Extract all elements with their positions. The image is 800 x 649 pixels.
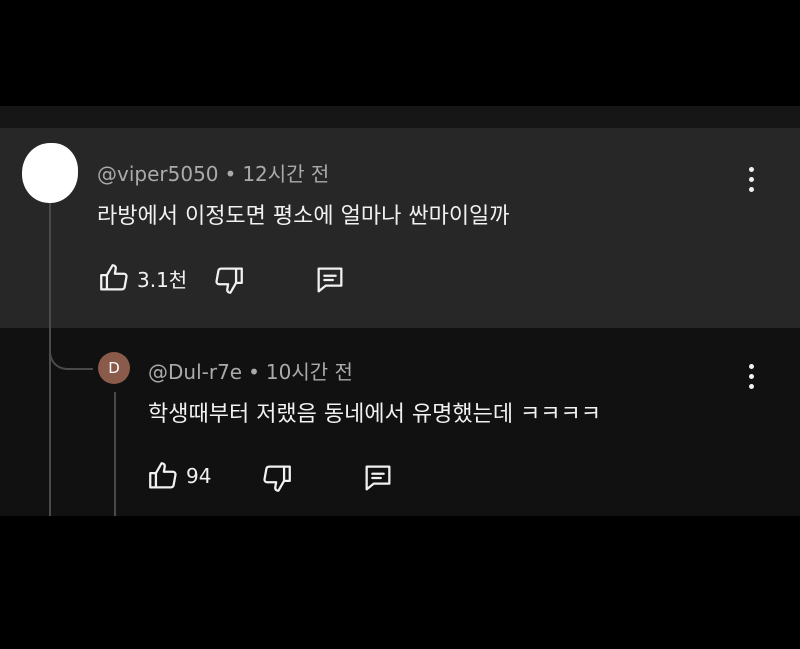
like-count: 3.1천 [137, 267, 188, 292]
reply-thread-line [114, 392, 116, 516]
kebab-dot [748, 177, 754, 182]
thumbs-up-icon [97, 261, 131, 295]
comment-meta: @viper5050 • 12시간 전 [97, 158, 329, 187]
more-options-icon[interactable] [748, 364, 754, 389]
reply-author[interactable]: @Dul-r7e [148, 360, 242, 384]
reply-reply-button[interactable] [360, 461, 396, 495]
reply-time: 10시간 전 [265, 360, 353, 384]
meta-separator: • [248, 360, 260, 384]
bottom-black-area [0, 516, 800, 649]
comment-time: 12시간 전 [242, 162, 330, 186]
reply-text: 학생때부터 저랬음 동네에서 유명했는데 ㅋㅋㅋㅋ [148, 402, 602, 427]
like-button[interactable]: 3.1천 [97, 261, 187, 295]
reply-icon [312, 263, 348, 297]
more-options-icon[interactable] [748, 167, 754, 192]
kebab-dot [748, 374, 754, 379]
avatar[interactable] [22, 143, 78, 203]
avatar-reply[interactable]: D [98, 352, 130, 384]
kebab-dot [748, 364, 754, 369]
kebab-dot [748, 167, 754, 172]
reply-like-count: 94 [186, 464, 212, 488]
kebab-dot [748, 384, 754, 389]
meta-separator: • [224, 162, 237, 186]
comment-text: 라방에서 이정도면 평소에 얼마나 싼마이일까 [97, 204, 510, 229]
reply-icon [360, 461, 396, 495]
avatar-initial: D [108, 359, 120, 377]
thread-connector [49, 328, 93, 370]
thumbs-up-icon [146, 459, 180, 493]
reply-button[interactable] [312, 263, 348, 297]
thumbs-down-icon [260, 461, 294, 495]
dislike-button[interactable] [212, 263, 246, 297]
top-divider [0, 106, 800, 128]
kebab-dot [748, 187, 754, 192]
reply-like-button[interactable]: 94 [146, 459, 211, 493]
thumbs-down-icon [212, 263, 246, 297]
top-black-area [0, 0, 800, 106]
reply-meta: @Dul-r7e • 10시간 전 [148, 356, 353, 385]
reply-dislike-button[interactable] [260, 461, 294, 495]
comment-author[interactable]: @viper5050 [97, 162, 219, 186]
